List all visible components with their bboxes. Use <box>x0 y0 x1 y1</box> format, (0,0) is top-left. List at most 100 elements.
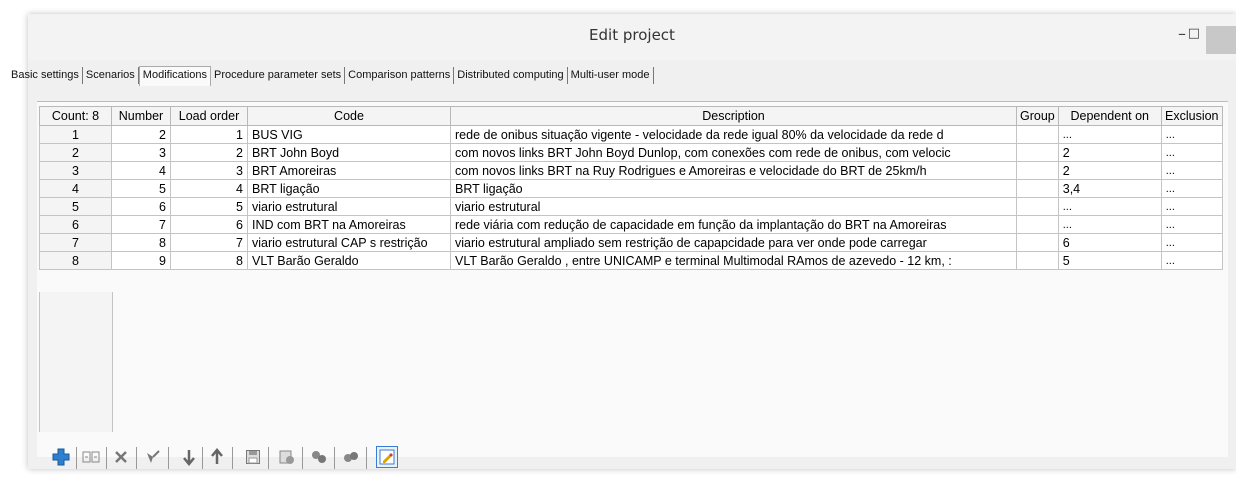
dependent-on-cell[interactable]: 3,4 <box>1057 179 1162 198</box>
group-cell[interactable] <box>1016 251 1059 270</box>
group-cell[interactable] <box>1016 143 1059 162</box>
edit-table-icon[interactable] <box>80 446 102 468</box>
code-cell[interactable]: VLT Barão Geraldo <box>247 251 451 270</box>
description-cell[interactable]: rede viária com redução de capacidade em… <box>450 215 1017 234</box>
description-cell[interactable]: rede de onibus situação vigente - veloci… <box>450 125 1017 144</box>
table-row[interactable]: 7 8 7 viario estrutural CAP s restrição … <box>39 233 1223 252</box>
code-cell[interactable]: BUS VIG <box>247 125 451 144</box>
header-code[interactable]: Code <box>247 106 451 126</box>
tab-comparison-patterns[interactable]: Comparison patterns <box>345 67 455 84</box>
exclusion-cell[interactable]: ... <box>1160 233 1223 252</box>
arrow-down-icon[interactable] <box>178 446 200 468</box>
number-cell[interactable]: 4 <box>111 161 171 180</box>
dependent-on-cell[interactable]: ... <box>1057 197 1162 216</box>
group-cell[interactable] <box>1016 125 1059 144</box>
table-row[interactable]: 8 9 8 VLT Barão Geraldo VLT Barão Gerald… <box>39 251 1223 270</box>
row-count-cell: 5 <box>39 197 112 216</box>
brush-icon[interactable] <box>142 446 164 468</box>
group-cell[interactable] <box>1016 179 1059 198</box>
code-cell[interactable]: IND com BRT na Amoreiras <box>247 215 451 234</box>
load-order-cell[interactable]: 6 <box>170 215 248 234</box>
dependent-on-cell[interactable]: ... <box>1057 215 1162 234</box>
number-cell[interactable]: 5 <box>111 179 171 198</box>
table-row[interactable]: 6 7 6 IND com BRT na Amoreiras rede viár… <box>39 215 1223 234</box>
restore-button[interactable]: □ <box>1188 26 1200 41</box>
code-cell[interactable]: BRT John Boyd <box>247 143 451 162</box>
description-cell[interactable]: com novos links BRT na Ruy Rodrigues e A… <box>450 161 1017 180</box>
exclusion-cell[interactable]: ... <box>1160 143 1223 162</box>
number-cell[interactable]: 7 <box>111 215 171 234</box>
header-exclusion[interactable]: Exclusion <box>1160 106 1223 126</box>
dependent-on-cell[interactable]: 6 <box>1057 233 1162 252</box>
toolbar-separator <box>334 447 335 469</box>
edit-icon[interactable] <box>376 446 398 468</box>
description-cell[interactable]: VLT Barão Geraldo , entre UNICAMP e term… <box>450 251 1017 270</box>
exclusion-cell[interactable]: ... <box>1160 197 1223 216</box>
add-icon[interactable] <box>50 446 72 468</box>
table-row[interactable]: 1 2 1 BUS VIG rede de onibus situação vi… <box>39 125 1223 144</box>
tab-modifications[interactable]: Modifications <box>138 66 211 86</box>
exclusion-cell[interactable]: ... <box>1160 179 1223 198</box>
load-order-cell[interactable]: 2 <box>170 143 248 162</box>
code-cell[interactable]: viario estrutural <box>247 197 451 216</box>
exclusion-cell[interactable]: ... <box>1160 251 1223 270</box>
save-icon[interactable] <box>242 446 264 468</box>
load-order-cell[interactable]: 8 <box>170 251 248 270</box>
load-order-cell[interactable]: 1 <box>170 125 248 144</box>
load-order-cell[interactable]: 5 <box>170 197 248 216</box>
close-button[interactable] <box>1206 26 1236 54</box>
group-cell[interactable] <box>1016 215 1059 234</box>
row-count-cell: 3 <box>39 161 112 180</box>
exclusion-cell[interactable]: ... <box>1160 125 1223 144</box>
description-cell[interactable]: BRT ligação <box>450 179 1017 198</box>
description-cell[interactable]: viario estrutural ampliado sem restrição… <box>450 233 1017 252</box>
dependent-on-cell[interactable]: 2 <box>1057 161 1162 180</box>
tab-distributed-computing[interactable]: Distributed computing <box>454 67 568 84</box>
dependent-on-cell[interactable]: ... <box>1057 125 1162 144</box>
dependent-on-cell[interactable]: 2 <box>1057 143 1162 162</box>
code-cell[interactable]: BRT Amoreiras <box>247 161 451 180</box>
dependent-on-cell[interactable]: 5 <box>1057 251 1162 270</box>
tab-basic-settings[interactable]: Basic settings <box>8 67 83 84</box>
group-cell[interactable] <box>1016 161 1059 180</box>
number-cell[interactable]: 2 <box>111 125 171 144</box>
tab-multi-user-mode[interactable]: Multi-user mode <box>568 67 654 84</box>
header-group[interactable]: Group <box>1016 106 1059 126</box>
link-icon[interactable] <box>308 446 330 468</box>
toolbar-separator <box>168 447 169 469</box>
tab-scenarios[interactable]: Scenarios <box>83 67 139 84</box>
load-order-cell[interactable]: 4 <box>170 179 248 198</box>
apply-icon[interactable] <box>276 446 298 468</box>
header-description[interactable]: Description <box>450 106 1017 126</box>
table-row[interactable]: 3 4 3 BRT Amoreiras com novos links BRT … <box>39 161 1223 180</box>
table-row[interactable]: 2 3 2 BRT John Boyd com novos links BRT … <box>39 143 1223 162</box>
code-cell[interactable]: viario estrutural CAP s restrição <box>247 233 451 252</box>
description-cell[interactable]: com novos links BRT John Boyd Dunlop, co… <box>450 143 1017 162</box>
number-cell[interactable]: 6 <box>111 197 171 216</box>
header-load-order[interactable]: Load order <box>170 106 248 126</box>
group-cell[interactable] <box>1016 233 1059 252</box>
code-cell[interactable]: BRT ligação <box>247 179 451 198</box>
delete-icon[interactable] <box>110 446 132 468</box>
load-order-cell[interactable]: 3 <box>170 161 248 180</box>
header-dependent-on[interactable]: Dependent on <box>1057 106 1162 126</box>
exclusion-cell[interactable]: ... <box>1160 215 1223 234</box>
number-cell[interactable]: 8 <box>111 233 171 252</box>
tab-bar: Basic settings Scenarios Modifications Proc… <box>8 66 654 87</box>
load-order-cell[interactable]: 7 <box>170 233 248 252</box>
table-row[interactable]: 4 5 4 BRT ligação BRT ligação 3,4 ... <box>39 179 1223 198</box>
table-row[interactable]: 5 6 5 viario estrutural viario estrutura… <box>39 197 1223 216</box>
unlink-icon[interactable] <box>340 446 362 468</box>
group-cell[interactable] <box>1016 197 1059 216</box>
arrow-up-icon[interactable] <box>206 446 228 468</box>
description-cell[interactable]: viario estrutural <box>450 197 1017 216</box>
header-count[interactable]: Count: 8 <box>39 106 112 126</box>
row-count-cell: 6 <box>39 215 112 234</box>
number-cell[interactable]: 9 <box>111 251 171 270</box>
modifications-table: Count: 8 Number Load order Code Descript… <box>39 106 1223 270</box>
header-number[interactable]: Number <box>111 106 171 126</box>
tab-procedure-parameter-sets[interactable]: Procedure parameter sets <box>211 67 346 84</box>
minimize-button[interactable]: – <box>1178 24 1186 43</box>
exclusion-cell[interactable]: ... <box>1160 161 1223 180</box>
number-cell[interactable]: 3 <box>111 143 171 162</box>
